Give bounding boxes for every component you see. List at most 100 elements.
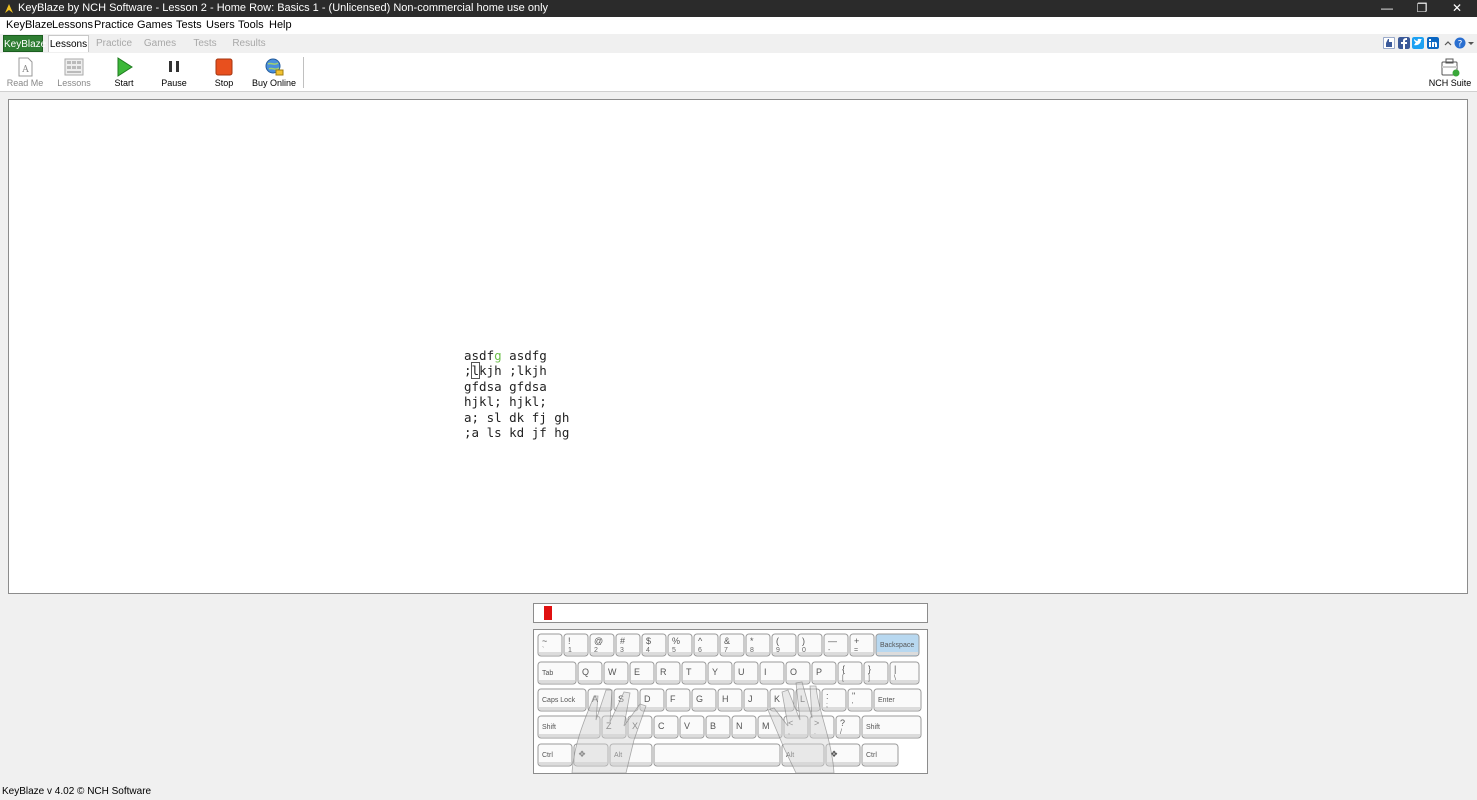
tab-keyblaze[interactable]: KeyBlaze	[3, 35, 46, 52]
menu-practice[interactable]: Practice	[94, 19, 134, 31]
lesson-line-4: hjkl; hjkl;	[464, 394, 547, 410]
typing-input[interactable]	[533, 603, 928, 623]
lessons-label: Lessons	[57, 78, 91, 88]
key-v: V	[679, 715, 705, 739]
restore-button[interactable]: ❐	[1407, 0, 1437, 17]
keyboard-graphic: ~`!1@2#3$4%5^6&7*8(9)0—-+=BackspaceTab Q W…	[537, 633, 922, 774]
key-1-sublabel: 1	[568, 647, 572, 654]
key-sym-label: —	[828, 636, 837, 646]
key-sym-sublabel: '	[852, 702, 853, 709]
key-t: T	[681, 661, 707, 685]
tab-results[interactable]: Results	[228, 35, 270, 52]
stop-button[interactable]: Stop	[199, 53, 249, 91]
key-space	[653, 743, 781, 767]
key-g-label: G	[696, 694, 703, 704]
tab-row: KeyBlaze Lessons Practice Games Tests Re…	[0, 34, 1477, 54]
document-icon: A	[18, 57, 33, 77]
key-8-sublabel: 8	[750, 647, 754, 654]
key-k-label: K	[774, 694, 780, 704]
lessons-button[interactable]: Lessons	[49, 53, 99, 91]
menu-keyblaze[interactable]: KeyBlaze	[6, 19, 52, 31]
key-sym-sublabel: \	[894, 675, 896, 682]
svg-text:A: A	[21, 65, 29, 75]
lesson-line-3: gfdsa gfdsa	[464, 378, 547, 394]
key-sym-label: {	[842, 664, 845, 674]
start-button[interactable]: Start	[99, 53, 149, 91]
key-sym-label: +	[854, 636, 859, 646]
toolbar-separator	[303, 57, 304, 88]
key-5-label: %	[672, 636, 680, 646]
tab-lessons[interactable]: Lessons	[48, 35, 89, 52]
key-i-label: I	[764, 667, 767, 677]
read-me-button[interactable]: A Read Me	[0, 53, 50, 91]
pause-icon	[169, 61, 179, 72]
status-bar: KeyBlaze v 4.02 © NCH Software	[0, 783, 1477, 800]
key-backspace-label: Backspace	[880, 642, 914, 649]
nch-suite-button[interactable]: NCH Suite	[1425, 53, 1475, 91]
key-r: R	[655, 661, 681, 685]
menu-users[interactable]: Users	[206, 19, 235, 31]
key-c: C	[653, 715, 679, 739]
tab-games[interactable]: Games	[140, 35, 180, 52]
window-title: KeyBlaze by NCH Software - Lesson 2 - Ho…	[18, 2, 549, 14]
pause-label: Pause	[161, 78, 187, 88]
lesson-line-1: asdfg asdfg	[464, 348, 569, 363]
lesson-line-6: ;a ls kd jf hg	[464, 424, 570, 440]
key-w-label: W	[608, 667, 617, 677]
key-backspace: Backspace	[875, 633, 920, 657]
menu-tests[interactable]: Tests	[176, 19, 202, 31]
collapse-ribbon-icon[interactable]	[1444, 37, 1452, 49]
menu-bar: KeyBlaze Lessons Practice Games Tests Us…	[0, 17, 1477, 34]
key-g: G	[691, 688, 717, 712]
key-h-label: H	[722, 694, 729, 704]
facebook-icon[interactable]	[1398, 37, 1410, 49]
key-c-label: C	[658, 721, 665, 731]
start-label: Start	[114, 78, 134, 88]
line-2-start: ;	[464, 363, 472, 379]
key-7-sublabel: 7	[724, 647, 728, 654]
chevron-down-icon[interactable]	[1467, 37, 1475, 49]
key-m-label: M	[762, 721, 770, 731]
status-text: KeyBlaze v 4.02 © NCH Software	[2, 786, 152, 797]
linkedin-icon[interactable]	[1427, 37, 1439, 49]
thumbs-up-icon[interactable]	[1383, 37, 1395, 49]
play-icon	[117, 57, 133, 77]
key-sym: "'	[847, 688, 873, 712]
menu-tools[interactable]: Tools	[238, 19, 264, 31]
key-p: P	[811, 661, 837, 685]
key-0-label: )	[802, 636, 805, 646]
key-4: $4	[641, 633, 667, 657]
menu-games[interactable]: Games	[137, 19, 172, 31]
menu-lessons[interactable]: Lessons	[52, 19, 93, 31]
key-sym-label: "	[852, 691, 855, 701]
menu-help[interactable]: Help	[269, 19, 292, 31]
key-3: #3	[615, 633, 641, 657]
close-button[interactable]: ✕	[1442, 0, 1472, 17]
key-shift-left-label: Shift	[542, 724, 556, 731]
key-u: U	[733, 661, 759, 685]
lesson-line-2: ;lkjh ;lkjh	[464, 362, 569, 380]
key-f-label: F	[670, 694, 676, 704]
minimize-button[interactable]: —	[1372, 0, 1402, 17]
key-ctrl-right-label: Ctrl	[866, 752, 877, 759]
help-icon[interactable]: ?	[1454, 37, 1466, 49]
tab-tests[interactable]: Tests	[188, 35, 222, 52]
typed-correct-char: g	[494, 348, 502, 363]
line-2-rest: kjh ;lkjh	[479, 363, 547, 379]
key-f: F	[665, 688, 691, 712]
key-sym-label: }	[868, 664, 871, 674]
key-enter-label: Enter	[878, 697, 895, 704]
key-v-label: V	[684, 721, 690, 731]
key-h: H	[717, 688, 743, 712]
key-sym: {[	[837, 661, 863, 685]
pause-button[interactable]: Pause	[149, 53, 199, 91]
key-tab-label: Tab	[542, 670, 553, 677]
globe-cart-icon	[265, 58, 284, 76]
key-6-sublabel: 6	[698, 647, 702, 654]
tab-practice[interactable]: Practice	[94, 35, 134, 52]
key-sym-sublabel: `	[542, 647, 544, 654]
twitter-icon[interactable]	[1412, 37, 1424, 49]
key-sym: ~`	[537, 633, 563, 657]
key-2-sublabel: 2	[594, 647, 598, 654]
buy-online-button[interactable]: Buy Online	[249, 53, 299, 91]
